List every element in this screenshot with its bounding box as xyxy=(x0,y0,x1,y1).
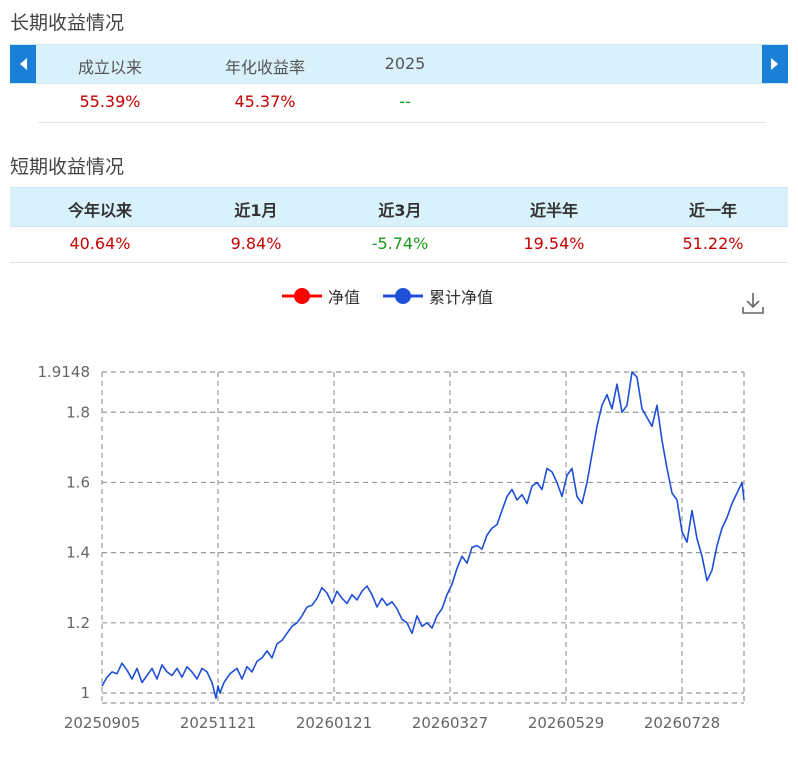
scroll-left-button[interactable] xyxy=(10,45,36,83)
short-term-value-3m: -5.74% xyxy=(371,234,429,253)
x-tick-label: 20260728 xyxy=(644,714,720,732)
x-tick-label: 20251121 xyxy=(180,714,256,732)
download-button[interactable] xyxy=(740,290,766,316)
caret-left-icon xyxy=(20,58,27,70)
short-term-value-ytd: 40.64% xyxy=(69,234,131,253)
long-term-title: 长期收益情况 xyxy=(10,12,125,34)
legend-cumulative-nav[interactable]: 累计净值 xyxy=(383,284,493,308)
short-term-header-1m: 近1月 xyxy=(234,201,278,220)
series-line-cumulative-nav xyxy=(101,371,745,700)
nav-line-chart: 1 1.2 1.4 1.6 1.8 1.9148 20250905 20251121 20260… xyxy=(38,363,745,732)
long-term-value-since-inception: 55.39% xyxy=(79,92,141,111)
chart-series xyxy=(101,371,745,700)
short-term-divider xyxy=(10,262,788,263)
x-tick-label: 20260121 xyxy=(296,714,372,732)
long-term-value-annualized: 45.37% xyxy=(234,92,296,111)
caret-right-icon xyxy=(771,58,778,70)
long-term-header-annualized: 年化收益率 xyxy=(224,58,305,77)
legend-nav-marker xyxy=(282,288,322,304)
legend-cumulative-nav-marker xyxy=(383,288,423,304)
long-term-divider xyxy=(38,122,766,123)
x-tick-label: 20260529 xyxy=(528,714,604,732)
y-tick-label: 1.6 xyxy=(66,473,90,491)
short-term-title: 短期收益情况 xyxy=(10,156,125,178)
short-term-value-6m: 19.54% xyxy=(523,234,585,253)
short-term-header-bar: 今年以来 近1月 近3月 近半年 近一年 xyxy=(10,187,788,227)
scroll-right-button[interactable] xyxy=(762,45,788,83)
long-term-header-bar: 成立以来 年化收益率 2025 xyxy=(10,44,788,84)
long-term-header-year: 2025 xyxy=(384,54,426,73)
y-tick-label: 1.2 xyxy=(66,614,90,632)
chart-grid xyxy=(101,371,745,704)
legend-cumulative-nav-label: 累计净值 xyxy=(429,288,494,307)
legend-nav-label: 净值 xyxy=(328,288,361,307)
short-term-header-6m: 近半年 xyxy=(529,201,578,220)
short-term-value-1y: 51.22% xyxy=(682,234,744,253)
short-term-header-3m: 近3月 xyxy=(378,201,422,220)
x-tick-label: 20260327 xyxy=(412,714,488,732)
short-term-header-1y: 近一年 xyxy=(688,201,737,220)
long-term-header-since-inception: 成立以来 xyxy=(77,58,142,77)
y-tick-label: 1.8 xyxy=(66,403,90,421)
y-tick-label: 1 xyxy=(80,684,90,702)
download-icon xyxy=(742,293,764,314)
x-tick-label: 20250905 xyxy=(64,714,140,732)
short-term-header-ytd: 今年以来 xyxy=(67,201,132,220)
y-tick-label: 1.4 xyxy=(66,544,90,562)
y-tick-label: 1.9148 xyxy=(38,363,91,381)
legend-nav[interactable]: 净值 xyxy=(282,284,360,308)
long-term-value-year: -- xyxy=(399,92,411,111)
short-term-value-1m: 9.84% xyxy=(230,234,282,253)
